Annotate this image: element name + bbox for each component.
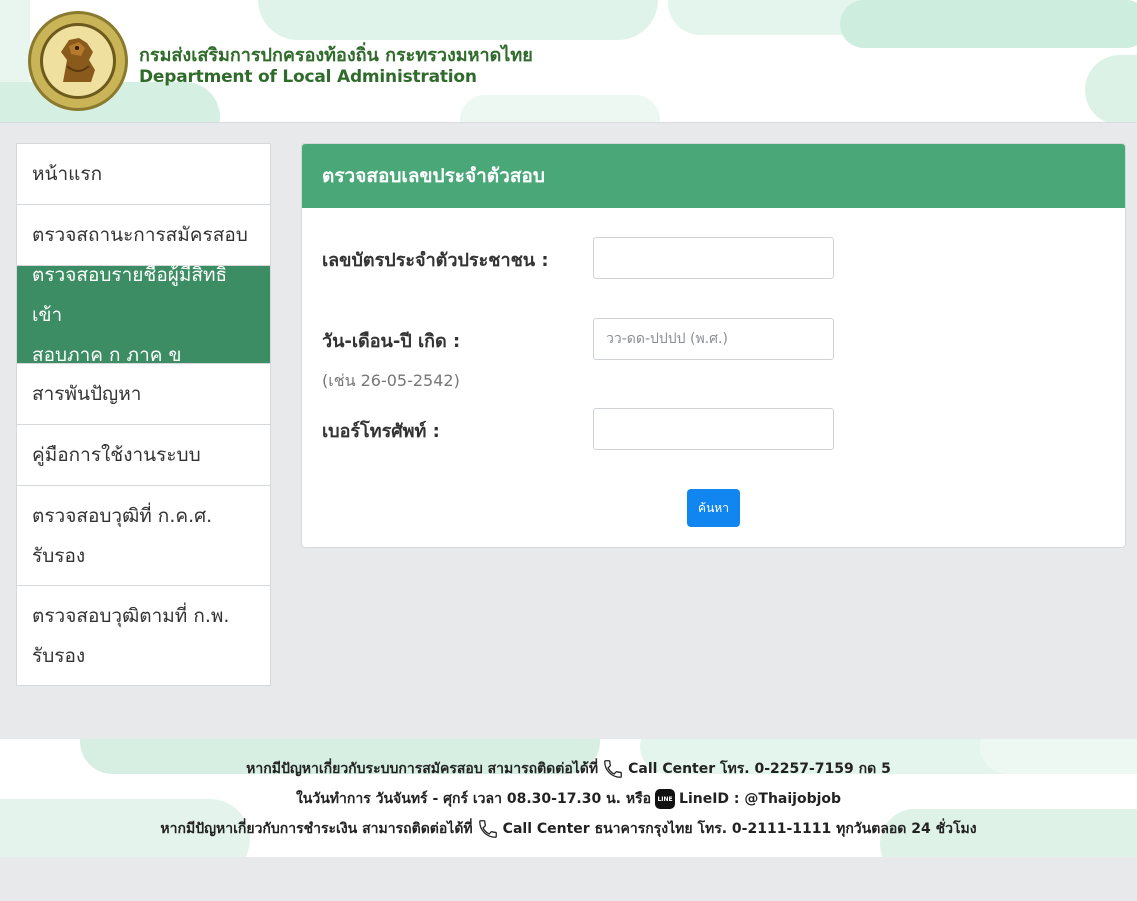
footer-payment-contact: หากมีปัญหาเกี่ยวกับการชำระเงิน สามารถติด… — [0, 818, 1137, 840]
header-decoration — [840, 0, 1137, 48]
sidebar-item-label: ตรวจสถานะการสมัครสอบ — [32, 224, 248, 246]
header-decoration — [1085, 55, 1137, 122]
card-title: ตรวจสอบเลขประจำตัวสอบ — [302, 144, 1125, 208]
birth-date-hint: (เช่น 26-05-2542) — [322, 371, 460, 390]
footer-hours-contact: ในวันทำการ วันจันทร์ - ศุกร์ เวลา 08.30-… — [0, 788, 1137, 810]
birth-date-label: วัน-เดือน-ปี เกิด : — [322, 331, 461, 352]
phone-input[interactable] — [593, 408, 834, 450]
sidebar-item-label: สารพันปัญหา — [32, 383, 142, 405]
sidebar-item-label: ตรวจสอบวุฒิตามที่ ก.พ. — [32, 604, 230, 627]
footer-text: ในวันทำการ วันจันทร์ - ศุกร์ เวลา 08.30-… — [295, 791, 652, 807]
line-app-icon: LINE — [655, 789, 676, 809]
birth-date-input[interactable] — [593, 318, 834, 360]
sidebar-nav: หน้าแรก ตรวจสถานะการสมัครสอบ ตรวจสอบรายช… — [16, 143, 271, 686]
header-decoration — [258, 0, 658, 40]
site-title-english: Department of Local Administration — [139, 67, 477, 87]
exam-id-lookup-card: ตรวจสอบเลขประจำตัวสอบ เลขบัตรประจำตัวประ… — [301, 143, 1126, 548]
dla-seal-logo-icon[interactable] — [27, 10, 129, 112]
footer-contact: Call Center โทร. 0-2257-7159 กด 5 — [628, 761, 891, 777]
footer-contact: Call Center ธนาคารกรุงไทย โทร. 0-2111-11… — [502, 821, 977, 837]
sidebar-item-home[interactable]: หน้าแรก — [17, 144, 270, 205]
sidebar-item-kkc-qualification[interactable]: ตรวจสอบวุฒิที่ ก.ค.ศ. รับรอง — [17, 486, 270, 586]
id-card-input[interactable] — [593, 237, 834, 279]
sidebar-item-label: ตรวจสอบรายชื่อผู้มีสิทธิเข้า — [32, 263, 228, 326]
birth-date-row: วัน-เดือน-ปี เกิด : (เช่น 26-05-2542) — [322, 326, 460, 394]
phone-row: เบอร์โทรศัพท์ : — [322, 416, 440, 445]
sidebar-item-label: รับรอง — [32, 644, 86, 667]
search-button[interactable]: ค้นหา — [687, 489, 740, 527]
phone-label: เบอร์โทรศัพท์ : — [322, 421, 440, 442]
site-header: กรมส่งเสริมการปกครองท้องถิ่น กระทรวงมหาด… — [0, 0, 1137, 123]
header-decoration — [460, 95, 660, 122]
phone-icon — [604, 760, 623, 778]
phone-icon — [478, 820, 497, 838]
site-footer: หากมีปัญหาเกี่ยวกับระบบการสมัครสอบ สามาร… — [0, 739, 1137, 857]
id-card-label: เลขบัตรประจำตัวประชาชน : — [322, 250, 549, 271]
sidebar-item-exam-eligibility[interactable]: ตรวจสอบรายชื่อผู้มีสิทธิเข้า สอบภาค ก ภา… — [17, 264, 270, 366]
sidebar-item-ocsc-qualification[interactable]: ตรวจสอบวุฒิตามที่ ก.พ. รับรอง — [17, 586, 270, 685]
sidebar-item-label: สอบภาค ก ภาค ข — [32, 343, 182, 366]
sidebar-item-label: ตรวจสอบวุฒิที่ ก.ค.ศ. — [32, 504, 213, 527]
footer-registration-contact: หากมีปัญหาเกี่ยวกับระบบการสมัครสอบ สามาร… — [0, 758, 1137, 780]
id-card-row: เลขบัตรประจำตัวประชาชน : — [322, 245, 549, 274]
sidebar-item-label: รับรอง — [32, 544, 86, 567]
footer-text: หากมีปัญหาเกี่ยวกับการชำระเงิน สามารถติด… — [160, 821, 473, 837]
sidebar-item-label: คู่มือการใช้งานระบบ — [32, 444, 201, 466]
sidebar-item-label: หน้าแรก — [32, 163, 103, 185]
site-title-thai: กรมส่งเสริมการปกครองท้องถิ่น กระทรวงมหาด… — [139, 45, 533, 66]
footer-text: หากมีปัญหาเกี่ยวกับระบบการสมัครสอบ สามาร… — [246, 761, 599, 777]
sidebar-item-user-manual[interactable]: คู่มือการใช้งานระบบ — [17, 425, 270, 486]
footer-contact: LineID : @Thaijobjob — [679, 791, 842, 807]
